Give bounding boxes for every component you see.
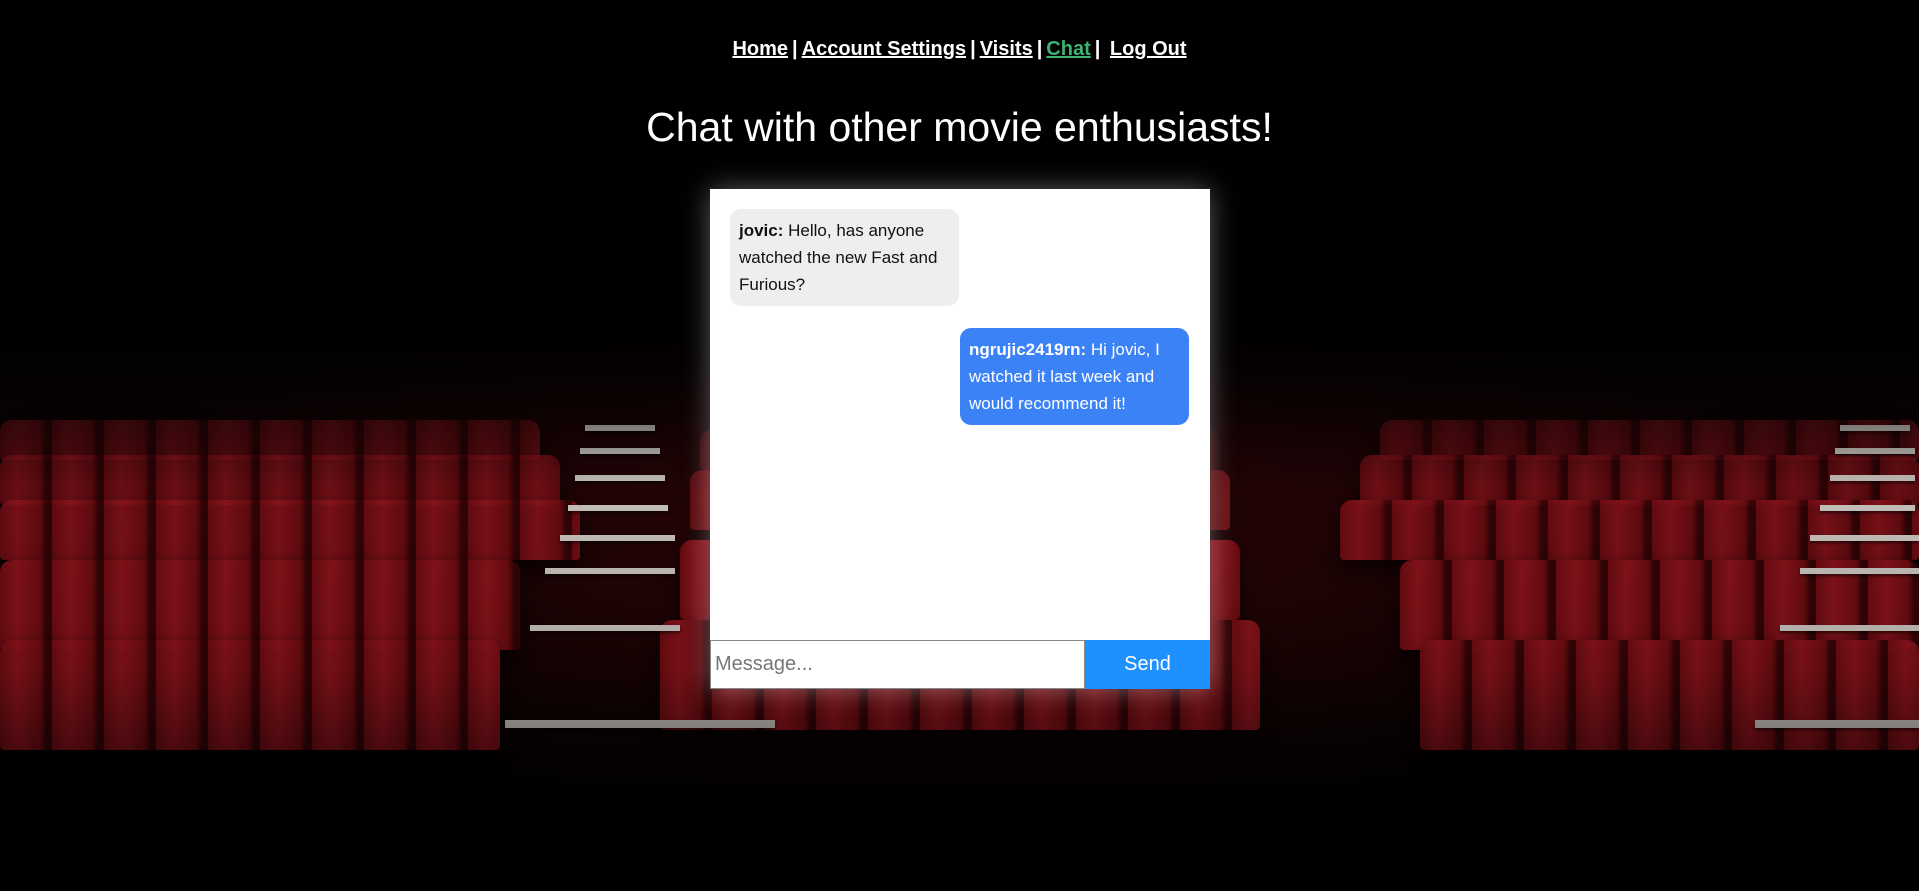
message-bubble-own: ngrujic2419rn: Hi jovic, I watched it la… xyxy=(960,328,1189,425)
message-author: ngrujic2419rn: xyxy=(969,340,1087,359)
nav-separator: | xyxy=(792,38,798,60)
nav-chat-link[interactable]: Chat xyxy=(1046,38,1090,60)
nav-separator: | xyxy=(970,38,976,60)
nav-logout-link[interactable]: Log Out xyxy=(1110,38,1187,60)
nav-visits-link[interactable]: Visits xyxy=(980,38,1033,60)
nav-home-link[interactable]: Home xyxy=(732,38,788,60)
send-button[interactable]: Send xyxy=(1085,640,1210,689)
message-compose: Send xyxy=(710,640,1210,689)
main-nav: Home | Account Settings | Visits | Chat | Log O… xyxy=(0,38,1919,61)
nav-separator: | xyxy=(1036,38,1043,60)
page-title: Chat with other movie enthusiasts! xyxy=(646,104,1273,150)
chat-box: jovic: Hello, has anyone watched the new… xyxy=(710,189,1210,689)
message-input[interactable] xyxy=(710,640,1085,689)
message-list[interactable]: jovic: Hello, has anyone watched the new… xyxy=(710,189,1210,640)
message-author: jovic: xyxy=(739,221,784,240)
nav-separator: | xyxy=(1094,38,1101,60)
message-bubble: jovic: Hello, has anyone watched the new… xyxy=(730,209,959,306)
nav-account-settings-link[interactable]: Account Settings xyxy=(802,38,966,60)
